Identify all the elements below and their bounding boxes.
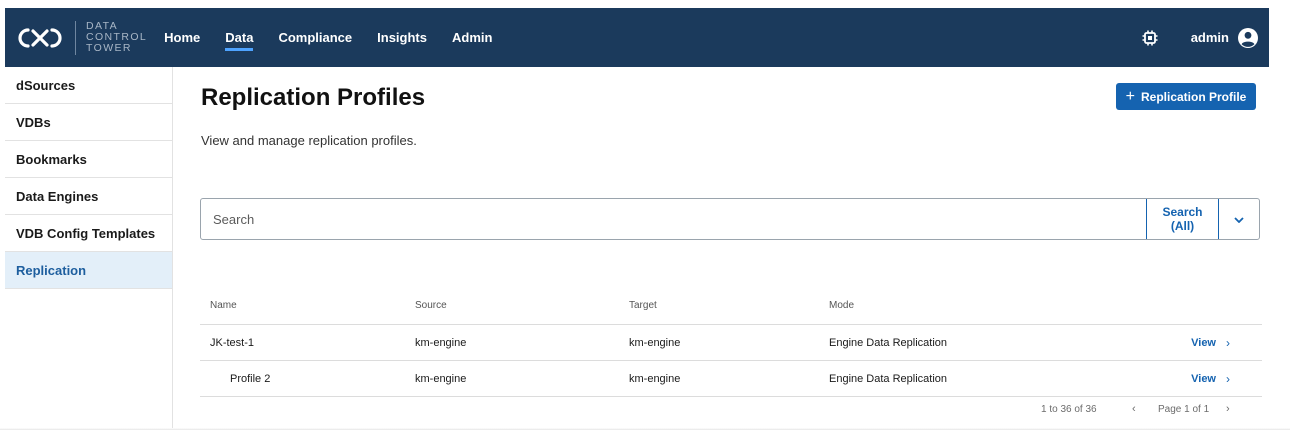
user-icon[interactable] <box>1237 27 1259 49</box>
search-bar: Search (All) <box>200 198 1260 240</box>
cell-mode: Engine Data Replication <box>829 372 948 385</box>
search-options-dropdown[interactable] <box>1219 199 1259 239</box>
logo-icon <box>15 23 65 53</box>
app-window: DATA CONTROL TOWER Home Data Compliance … <box>5 0 1269 430</box>
cell-name: Profile 2 <box>230 372 271 385</box>
page-title: Replication Profiles <box>201 84 426 111</box>
search-button-label: Search <box>1162 205 1203 219</box>
cell-name: JK-test-1 <box>210 336 255 349</box>
chip-icon[interactable] <box>1141 29 1159 47</box>
sidebar-item-vdbs[interactable]: VDBs <box>5 104 172 141</box>
sidebar-item-dsources[interactable]: dSources <box>5 67 172 104</box>
cell-mode: Engine Data Replication <box>829 336 948 349</box>
sidebar: dSources VDBs Bookmarks Data Engines VDB… <box>5 67 173 430</box>
user-name[interactable]: admin <box>1191 30 1229 45</box>
nav-data[interactable]: Data <box>225 30 254 51</box>
nav-insights[interactable]: Insights <box>377 30 427 45</box>
table-header: Name Source Target Mode <box>200 287 1262 325</box>
table-row[interactable]: Profile 2 km-engine km-engine Engine Dat… <box>200 361 1262 397</box>
chevron-left-icon[interactable]: ‹ <box>1132 403 1136 415</box>
chevron-right-icon: › <box>1226 335 1230 350</box>
view-link-label: View <box>1191 372 1216 385</box>
cell-actions: View › <box>1129 372 1262 386</box>
cell-target: km-engine <box>629 372 681 385</box>
sidebar-item-data-engines[interactable]: Data Engines <box>5 178 172 215</box>
sidebar-item-bookmarks[interactable]: Bookmarks <box>5 141 172 178</box>
pagination-count: 1 to 36 of 36 <box>1041 404 1097 415</box>
view-link-label: View <box>1191 336 1216 349</box>
cell-source: km-engine <box>415 372 467 385</box>
chevron-right-icon: › <box>1226 371 1230 386</box>
replication-profiles-table: Name Source Target Mode JK-test-1 km-eng… <box>200 287 1262 397</box>
plus-icon: + <box>1125 87 1135 105</box>
cell-target: km-engine <box>629 336 681 349</box>
sidebar-item-replication[interactable]: Replication <box>5 252 172 289</box>
search-scope-label: (All) <box>1170 219 1195 233</box>
add-replication-profile-button[interactable]: + Replication Profile <box>1116 83 1256 110</box>
add-replication-profile-label: Replication Profile <box>1140 89 1247 104</box>
brand-line-3: TOWER <box>86 42 132 54</box>
brand-divider <box>75 20 76 55</box>
column-header-name[interactable]: Name <box>200 300 415 311</box>
table-row[interactable]: JK-test-1 km-engine km-engine Engine Dat… <box>200 325 1262 361</box>
page-description: View and manage replication profiles. <box>201 133 417 148</box>
pagination-page: Page 1 of 1 <box>1158 404 1210 415</box>
cell-source: km-engine <box>415 336 467 349</box>
column-header-target[interactable]: Target <box>629 300 829 311</box>
sidebar-item-vdb-config-templates[interactable]: VDB Config Templates <box>5 215 172 252</box>
chevron-right-icon[interactable]: › <box>1226 403 1230 415</box>
column-header-mode[interactable]: Mode <box>829 300 1129 311</box>
column-header-source[interactable]: Source <box>415 300 629 311</box>
chevron-down-icon <box>1234 210 1244 228</box>
search-scope-button[interactable]: Search (All) <box>1146 199 1219 239</box>
view-link[interactable]: View › <box>1191 336 1230 350</box>
nav-home[interactable]: Home <box>164 30 200 45</box>
top-navigation-bar: DATA CONTROL TOWER Home Data Compliance … <box>5 8 1269 67</box>
brand-name: DATA CONTROL TOWER <box>86 21 147 54</box>
nav-admin[interactable]: Admin <box>452 30 492 45</box>
view-link[interactable]: View › <box>1191 372 1230 386</box>
cell-actions: View › <box>1129 336 1262 350</box>
pagination: 1 to 36 of 36 ‹ Page 1 of 1 › <box>200 403 1262 420</box>
main-content: Replication Profiles View and manage rep… <box>173 67 1269 430</box>
main-nav: Home Data Compliance Insights Admin <box>164 8 517 67</box>
brand[interactable]: DATA CONTROL TOWER <box>5 8 147 67</box>
search-input[interactable] <box>201 199 1146 239</box>
header-actions: admin <box>1141 8 1259 67</box>
nav-compliance[interactable]: Compliance <box>278 30 352 45</box>
